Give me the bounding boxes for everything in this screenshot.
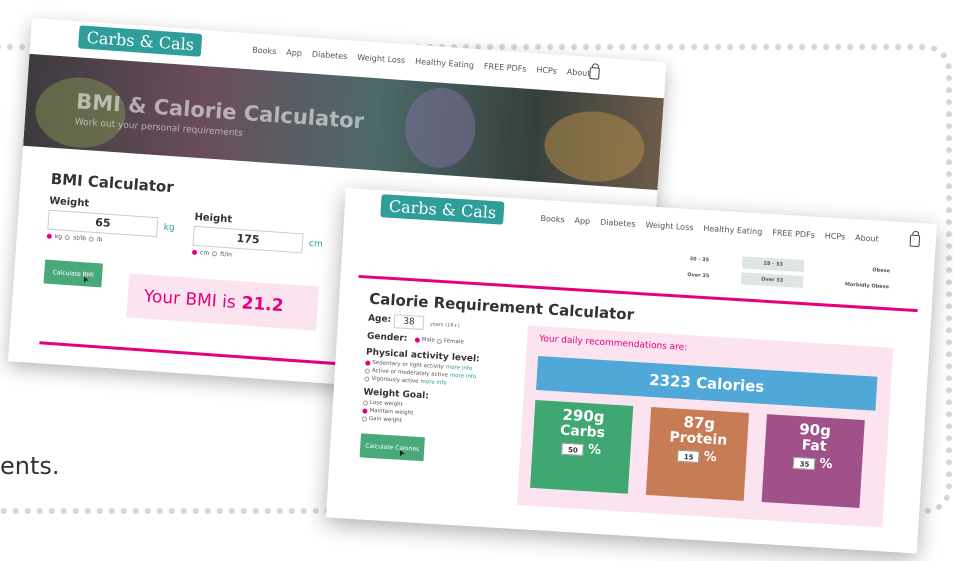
radio-active[interactable] <box>364 367 371 374</box>
nav-item-healthy-eating[interactable]: Healthy Eating <box>703 224 762 237</box>
fat-percent-row: 35 % <box>764 454 863 474</box>
protein-percent-row: 15 % <box>648 447 747 467</box>
weight-unit: kg <box>163 222 175 234</box>
height-unit: cm <box>308 238 323 250</box>
nav-item-diabetes[interactable]: Diabetes <box>312 50 348 61</box>
nav-item-hcps[interactable]: HCPs <box>824 231 845 241</box>
table-cell: 30 - 35 <box>689 256 710 264</box>
nav-item-healthy-eating[interactable]: Healthy Eating <box>415 57 474 70</box>
radio-ft-in-label: ft/in <box>219 250 233 259</box>
age-note: years (16+) <box>429 321 460 330</box>
radio-lb-label: lb <box>96 236 103 244</box>
nav-item-weight-loss[interactable]: Weight Loss <box>357 53 405 65</box>
radio-ft-in[interactable] <box>211 251 218 257</box>
calculate-bmi-button[interactable]: Calculate BMI <box>43 259 104 288</box>
radio-cm[interactable] <box>191 249 198 256</box>
bmi-heading: BMI Calculator <box>50 169 175 197</box>
goal-option: Lose weight <box>362 399 403 408</box>
radio-cm-label: cm <box>199 249 210 257</box>
fat-percent-input[interactable]: 35 <box>793 457 816 471</box>
fat-box: 90g Fat 35 % <box>761 414 865 508</box>
height-unit-radios: cm ft/in <box>191 249 233 259</box>
carbs-cals-logo[interactable]: Carbs & Cals <box>77 25 203 57</box>
percent-sign: % <box>819 456 833 473</box>
calculate-bmi-button-label: Calculate BMI <box>52 268 94 279</box>
smoothie-image <box>402 85 479 171</box>
radio-male[interactable] <box>414 336 421 343</box>
more-info-link[interactable]: more info <box>446 364 473 372</box>
table-cell: Morbidly Obese <box>844 281 890 291</box>
shopping-bag-icon[interactable] <box>589 67 600 80</box>
table-cell: Obese <box>872 267 891 275</box>
table-cell: Over 35 <box>687 272 710 280</box>
table-cell: 28 - 33 <box>741 256 805 273</box>
nav-item-books[interactable]: Books <box>540 214 565 224</box>
nav-item-weight-loss[interactable]: Weight Loss <box>645 220 693 232</box>
age-input[interactable]: 38 <box>393 314 425 330</box>
bmi-result-value: 21.2 <box>240 293 285 317</box>
nav-menu: Books App Diabetes Weight Loss Healthy E… <box>540 214 879 244</box>
goal-option-label: Maintain weight <box>369 407 414 417</box>
nav-item-about[interactable]: About <box>855 233 879 243</box>
carbs-percent-input[interactable]: 50 <box>561 442 585 457</box>
shopping-bag-icon[interactable] <box>909 234 921 248</box>
calculate-calories-button-label: Calculate Calories <box>365 442 420 453</box>
radio-maintain-weight[interactable] <box>362 407 368 414</box>
nav-item-about[interactable]: About <box>566 67 590 78</box>
radio-female[interactable] <box>436 338 443 344</box>
more-info-link[interactable]: more info <box>450 373 477 381</box>
radio-female-label: Female <box>443 338 464 346</box>
nav-item-diabetes[interactable]: Diabetes <box>600 218 636 229</box>
gender-radios: Male Female <box>414 336 464 346</box>
calculate-calories-button[interactable]: Calculate Calories <box>359 433 425 462</box>
background-text: ents. <box>0 452 60 480</box>
recommendations-panel: Your daily recommendations are: 2323 Cal… <box>516 325 894 528</box>
carbs-label: Carbs <box>559 422 606 442</box>
carbs-box: 290g Carbs 50 % <box>530 399 634 494</box>
carbs-percent-row: 50 % <box>532 440 631 460</box>
nav-item-books[interactable]: Books <box>252 45 277 56</box>
nav-item-app[interactable]: App <box>286 48 302 58</box>
recommendations-title: Your daily recommendations are: <box>538 334 688 354</box>
radio-kg[interactable] <box>46 233 52 239</box>
height-label: Height <box>194 211 233 226</box>
age-label: Age: <box>367 313 392 325</box>
radio-male-label: Male <box>421 336 436 344</box>
carbs-cals-logo[interactable]: Carbs & Cals <box>380 194 505 225</box>
radio-sedentary[interactable] <box>365 360 371 366</box>
radio-st-lb[interactable] <box>64 234 71 241</box>
calorie-calculator-screenshot: Carbs & Cals Books App Diabetes Weight L… <box>325 188 937 554</box>
radio-gain-weight[interactable] <box>361 415 368 422</box>
goal-option-label: Gain weight <box>368 415 403 424</box>
table-cell: Over 33 <box>740 272 804 289</box>
protein-label: Protein <box>669 428 728 449</box>
activity-option-label: Vigorously active <box>371 375 419 385</box>
nav-item-app[interactable]: App <box>574 216 590 226</box>
goal-option-label: Lose weight <box>369 399 403 408</box>
radio-kg-label: kg <box>54 233 63 241</box>
bmi-result: Your BMI is 21.2 <box>126 273 319 331</box>
bmi-result-prefix: Your BMI is <box>143 286 237 313</box>
protein-percent-input[interactable]: 15 <box>677 450 701 464</box>
weight-unit-radios: kg st/lb lb <box>46 233 103 244</box>
radio-st-lb-label: st/lb <box>72 234 87 243</box>
percent-sign: % <box>703 449 718 466</box>
percent-sign: % <box>587 442 602 459</box>
weight-label: Weight <box>48 195 90 210</box>
radio-vigorous[interactable] <box>364 375 370 382</box>
gender-label: Gender: <box>366 331 408 345</box>
goal-option: Gain weight <box>361 415 403 424</box>
nav-item-free-pdfs[interactable]: FREE PDFs <box>772 228 815 240</box>
more-info-link[interactable]: more info <box>420 379 447 387</box>
radio-lose-weight[interactable] <box>362 399 369 406</box>
protein-box: 87g Protein 15 % <box>645 407 750 501</box>
fat-label: Fat <box>801 437 828 455</box>
nav-item-free-pdfs[interactable]: FREE PDFs <box>484 62 527 74</box>
food-image <box>542 108 647 185</box>
radio-lb[interactable] <box>88 236 95 242</box>
nav-item-hcps[interactable]: HCPs <box>536 65 557 75</box>
